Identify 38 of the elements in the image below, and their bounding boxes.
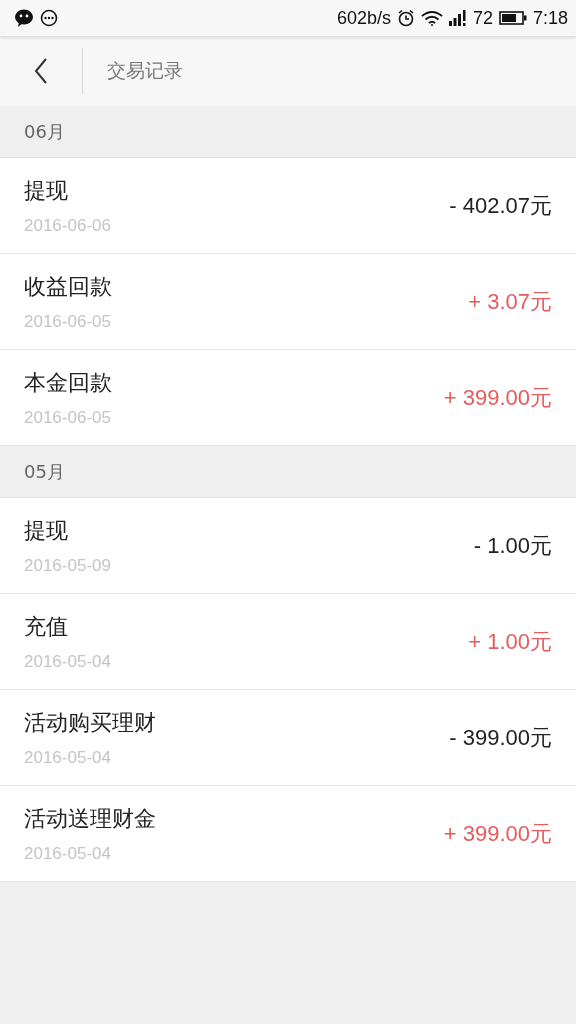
transaction-row[interactable]: 活动购买理财 2016-05-04 - 399.00元 xyxy=(0,690,576,786)
transaction-amount: + 1.00元 xyxy=(468,627,552,656)
transaction-date: 2016-05-04 xyxy=(24,651,111,672)
transaction-amount: + 399.00元 xyxy=(443,383,552,412)
battery-percent: 72 xyxy=(472,7,493,29)
clock-time: 7:18 xyxy=(532,7,568,29)
transaction-date: 2016-06-05 xyxy=(24,407,112,428)
transaction-amount: - 399.00元 xyxy=(449,723,552,752)
transaction-amount: + 3.07元 xyxy=(468,287,552,316)
transaction-date: 2016-06-06 xyxy=(24,215,111,236)
chevron-left-icon xyxy=(34,57,48,85)
network-speed: 602b/s xyxy=(336,7,391,29)
message-icon xyxy=(40,9,58,27)
transaction-date: 2016-05-04 xyxy=(24,747,112,768)
transaction-row[interactable]: 活动送理财金 2016-05-04 + 399.00元 xyxy=(0,786,576,882)
transaction-row[interactable]: 收益回款 2016-06-05 + 3.07元 xyxy=(0,254,576,350)
transaction-name: 提现 xyxy=(24,176,69,205)
transaction-date: 2016-05-04 xyxy=(24,843,112,864)
transaction-name: 本金回款 xyxy=(24,368,112,397)
transaction-row[interactable]: 提现 2016-05-09 - 1.00元 xyxy=(0,498,576,594)
transaction-date: 2016-06-05 xyxy=(24,311,112,332)
transaction-name: 活动送理财金 xyxy=(24,804,156,833)
transaction-amount: + 399.00元 xyxy=(443,819,552,848)
transaction-amount: - 1.00元 xyxy=(473,531,552,560)
battery-icon xyxy=(498,11,527,25)
transaction-name: 提现 xyxy=(24,516,69,545)
chat-bubble-icon xyxy=(14,8,34,28)
transaction-date: 2016-05-09 xyxy=(24,555,111,576)
transaction-name: 收益回款 xyxy=(24,272,112,301)
transaction-name: 充值 xyxy=(24,612,69,641)
transaction-row[interactable]: 充值 2016-05-04 + 1.00元 xyxy=(0,594,576,690)
transaction-amount: - 402.07元 xyxy=(449,191,552,220)
transaction-name: 活动购买理财 xyxy=(24,708,156,737)
alarm-icon xyxy=(396,9,415,27)
transaction-row[interactable]: 提现 2016-06-06 - 402.07元 xyxy=(0,158,576,254)
wifi-icon xyxy=(420,10,443,26)
page-title: 交易记录 xyxy=(107,58,183,83)
signal-icon xyxy=(448,10,467,26)
